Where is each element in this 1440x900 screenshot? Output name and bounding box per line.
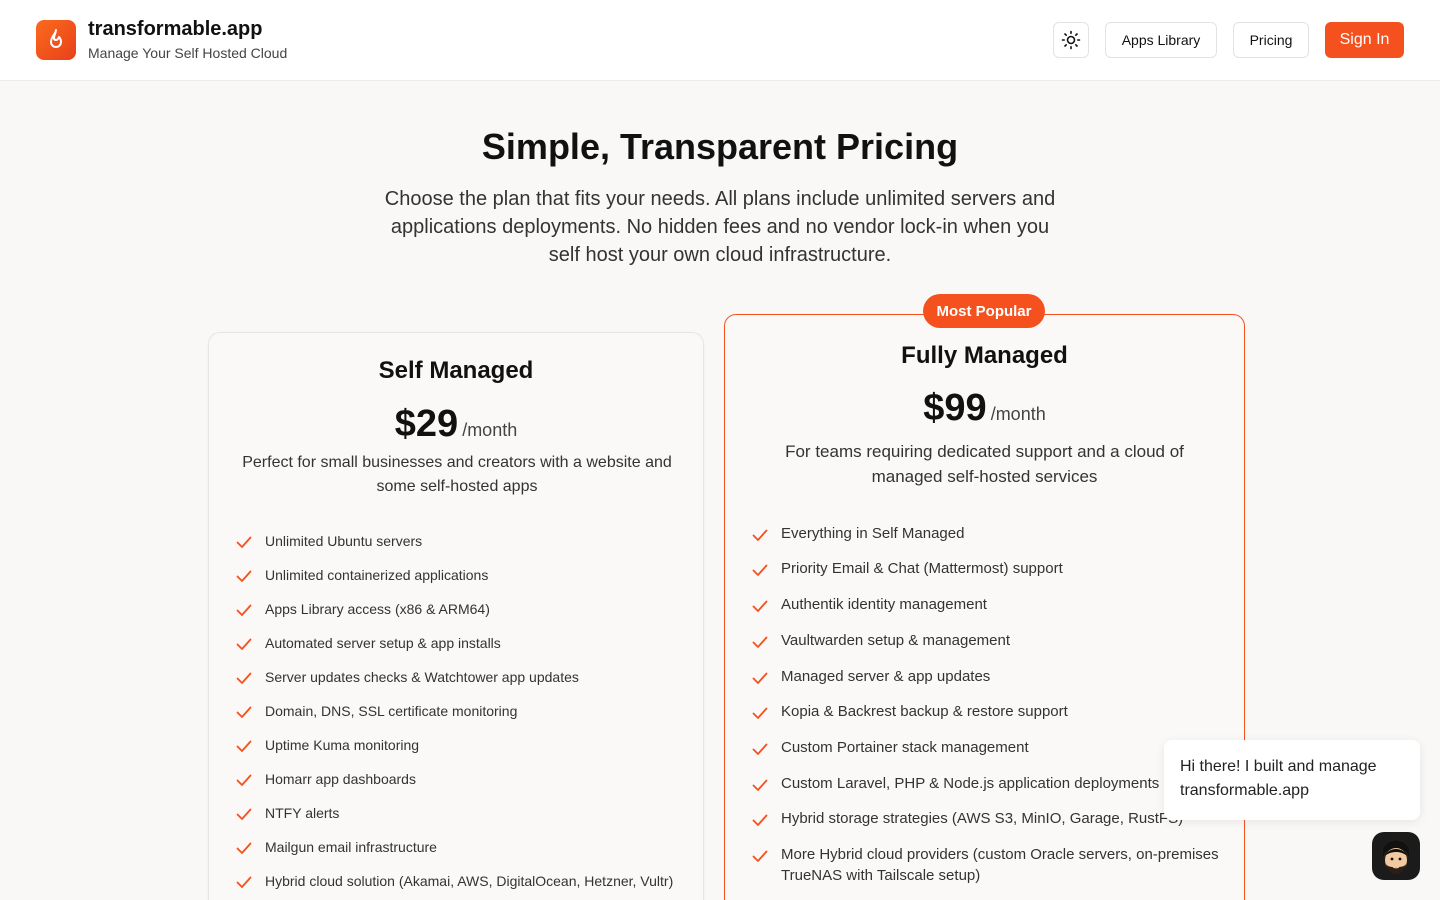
feature-text: Managed server & app updates bbox=[781, 668, 991, 685]
plan-description: For teams requiring dedicated support an… bbox=[785, 442, 1184, 486]
feature-text: Vaultwarden setup & management bbox=[781, 632, 1011, 649]
price-row: $99 /month bbox=[725, 387, 1244, 430]
check-icon bbox=[236, 638, 252, 650]
feature-text: Unlimited containerized applications bbox=[265, 567, 489, 583]
plan-name: Self Managed bbox=[378, 357, 534, 384]
check-icon bbox=[236, 570, 252, 582]
feature-item: Authentik identity management bbox=[751, 594, 1221, 615]
plan-price: $29 bbox=[394, 403, 459, 445]
feature-text: Priority Email & Chat (Mattermost) suppo… bbox=[781, 560, 1063, 577]
feature-item: Custom Laravel, PHP & Node.js applicatio… bbox=[751, 773, 1221, 794]
feature-text: Custom Portainer stack management bbox=[781, 739, 1029, 756]
nav-apps-library-button[interactable]: Apps Library bbox=[1105, 22, 1217, 58]
check-icon bbox=[752, 743, 768, 755]
check-icon bbox=[236, 604, 252, 616]
feature-text: Kopia & Backrest backup & restore suppor… bbox=[781, 703, 1068, 720]
plan-period: /month bbox=[990, 404, 1046, 424]
avatar-face-icon bbox=[1374, 834, 1418, 878]
most-popular-badge: Most Popular bbox=[923, 294, 1045, 328]
check-icon bbox=[752, 814, 768, 826]
check-icon bbox=[752, 636, 768, 648]
feature-text: Authentik identity management bbox=[781, 596, 987, 613]
check-icon bbox=[236, 876, 252, 888]
feature-item: Vaultwarden setup & management bbox=[751, 630, 1221, 651]
feature-text: Custom Laravel, PHP & Node.js applicatio… bbox=[781, 775, 1160, 792]
feature-text: Hybrid storage strategies (AWS S3, MinIO… bbox=[781, 810, 1184, 827]
feature-text: Automated server setup & app installs bbox=[265, 635, 501, 651]
feature-text: NTFY alerts bbox=[265, 805, 340, 821]
plan-card-self-managed: Self Managed $29 /month Perfect for smal… bbox=[208, 332, 704, 900]
feature-item: Hybrid storage strategies (AWS S3, MinIO… bbox=[751, 808, 1221, 829]
feature-item: Automated server setup & app installs bbox=[235, 633, 695, 653]
check-icon bbox=[752, 600, 768, 612]
check-icon bbox=[236, 672, 252, 684]
feature-item: Homarr app dashboards bbox=[235, 769, 695, 789]
page-description: Choose the plan that fits your needs. Al… bbox=[384, 188, 1056, 266]
theme-toggle-button[interactable] bbox=[1053, 22, 1089, 58]
feature-item: Unlimited containerized applications bbox=[235, 565, 695, 585]
check-icon bbox=[752, 779, 768, 791]
feature-text: Unlimited Ubuntu servers bbox=[265, 533, 423, 549]
check-icon bbox=[752, 672, 768, 684]
check-icon bbox=[236, 740, 252, 752]
top-header: transformable.app Manage Your Self Hoste… bbox=[0, 0, 1440, 81]
chat-message-bubble[interactable]: Hi there! I built and manage transformab… bbox=[1164, 740, 1420, 820]
plan-price: $99 bbox=[923, 387, 987, 429]
check-icon bbox=[752, 850, 768, 862]
plan-description: Perfect for small businesses and creator… bbox=[242, 454, 672, 495]
feature-item: NTFY alerts bbox=[235, 803, 695, 823]
feature-item: Kopia & Backrest backup & restore suppor… bbox=[751, 701, 1221, 722]
brand-subtitle: Manage Your Self Hosted Cloud bbox=[88, 45, 288, 61]
feature-item: Domain, DNS, SSL certificate monitoring bbox=[235, 701, 695, 721]
feature-item: Hybrid cloud solution (Akamai, AWS, Digi… bbox=[235, 871, 695, 891]
price-row: $29 /month bbox=[209, 403, 703, 446]
feature-text: More Hybrid cloud providers (custom Orac… bbox=[781, 846, 1219, 884]
feature-item: Uptime Kuma monitoring bbox=[235, 735, 695, 755]
brand-title[interactable]: transformable.app bbox=[88, 18, 262, 41]
feature-item: Server updates checks & Watchtower app u… bbox=[235, 667, 695, 687]
check-icon bbox=[236, 536, 252, 548]
feature-text: Everything in Self Managed bbox=[781, 525, 965, 542]
chat-avatar-button[interactable] bbox=[1372, 832, 1420, 880]
feature-text: Mailgun email infrastructure bbox=[265, 839, 437, 855]
sign-in-button[interactable]: Sign In bbox=[1325, 22, 1404, 58]
flame-logo-icon[interactable] bbox=[36, 20, 76, 60]
feature-text: Hybrid cloud solution (Akamai, AWS, Digi… bbox=[265, 873, 674, 889]
check-icon bbox=[236, 808, 252, 820]
check-icon bbox=[752, 707, 768, 719]
feature-item: Managed server & app updates bbox=[751, 666, 1221, 687]
feature-text: Homarr app dashboards bbox=[265, 771, 416, 787]
feature-item: Custom Portainer stack management bbox=[751, 737, 1221, 758]
sun-icon bbox=[1061, 30, 1081, 50]
check-icon bbox=[752, 529, 768, 541]
check-icon bbox=[752, 564, 768, 576]
feature-item: Priority Email & Chat (Mattermost) suppo… bbox=[751, 558, 1221, 579]
plan-name: Fully Managed bbox=[901, 342, 1068, 369]
feature-text: Uptime Kuma monitoring bbox=[265, 737, 420, 753]
feature-item: Mailgun email infrastructure bbox=[235, 837, 695, 857]
feature-item: Apps Library access (x86 & ARM64) bbox=[235, 599, 695, 619]
feature-text: Domain, DNS, SSL certificate monitoring bbox=[265, 703, 518, 719]
feature-item: More Hybrid cloud providers (custom Orac… bbox=[751, 844, 1221, 886]
check-icon bbox=[236, 706, 252, 718]
plan-period: /month bbox=[462, 420, 518, 440]
check-icon bbox=[236, 842, 252, 854]
feature-text: Apps Library access (x86 & ARM64) bbox=[265, 601, 490, 617]
nav-pricing-button[interactable]: Pricing bbox=[1233, 22, 1309, 58]
feature-text: Server updates checks & Watchtower app u… bbox=[265, 669, 579, 685]
feature-item: Unlimited Ubuntu servers bbox=[235, 531, 695, 551]
feature-item: Everything in Self Managed bbox=[751, 523, 1221, 544]
page-title: Simple, Transparent Pricing bbox=[481, 126, 959, 167]
check-icon bbox=[236, 774, 252, 786]
